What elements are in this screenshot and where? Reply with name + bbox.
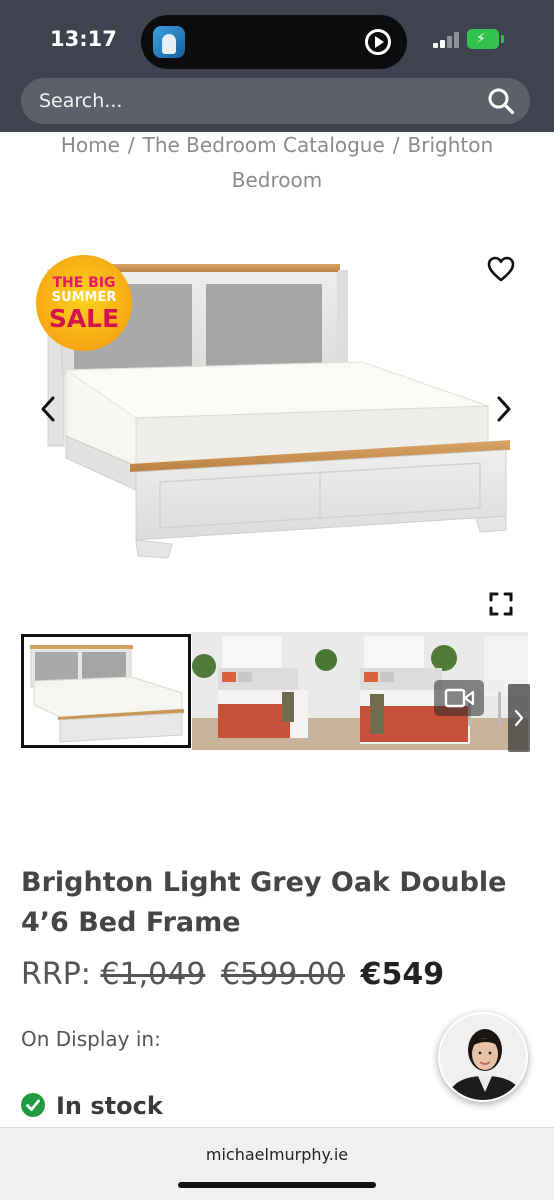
status-time: 13:17 (50, 27, 117, 51)
heart-icon[interactable] (487, 256, 515, 282)
price-row: RRP: €1,049 €599.00 €549 (21, 955, 541, 995)
sale-badge: THE BIG SUMMER SALE (36, 255, 132, 351)
breadcrumb-catalogue[interactable]: The Bedroom Catalogue (143, 133, 385, 157)
search-input[interactable] (39, 88, 439, 114)
was-price: €599.00 (220, 957, 346, 992)
product-title: Brighton Light Grey Oak Double 4’6 Bed F… (21, 867, 507, 938)
home-indicator (178, 1182, 376, 1188)
chevron-left-icon[interactable] (38, 395, 58, 423)
browser-address-bar[interactable]: michaelmurphy.ie (0, 1127, 554, 1200)
sale-badge-line1: THE BIG (52, 275, 116, 291)
current-price: €549 (360, 957, 445, 992)
battery-icon: ⚡ (467, 29, 504, 49)
stock-label: In stock (56, 1092, 163, 1120)
breadcrumb-home[interactable]: Home (61, 133, 120, 157)
video-camera-icon[interactable] (434, 680, 484, 716)
expand-icon[interactable] (488, 591, 514, 617)
dynamic-island[interactable] (141, 15, 407, 69)
breadcrumb: Home / The Bedroom Catalogue / Brighton Bedr… (30, 128, 524, 198)
rrp-label: RRP: (21, 957, 91, 992)
chat-agent-avatar[interactable] (438, 1012, 528, 1102)
thumbnail-selected[interactable] (21, 634, 191, 748)
chevron-right-icon[interactable] (494, 395, 514, 423)
rrp-price: €1,049 (100, 957, 206, 992)
chevron-right-icon (514, 709, 524, 727)
sale-badge-line2: SUMMER (51, 290, 117, 305)
thumbnail-strip (21, 632, 530, 752)
sale-badge-line3: SALE (48, 304, 120, 333)
play-icon (365, 29, 391, 55)
signal-icon (433, 32, 461, 48)
search-bar[interactable] (21, 78, 530, 124)
breadcrumb-separator: / (127, 133, 135, 157)
search-icon[interactable] (487, 87, 515, 115)
check-circle-icon (21, 1093, 45, 1117)
thumbnail-bed-image (30, 645, 184, 743)
url-text[interactable]: michaelmurphy.ie (0, 1145, 554, 1164)
breadcrumb-separator: / (392, 133, 400, 157)
on-display-label: On Display in: (21, 1027, 161, 1051)
app-header: 13:17 ⚡ (0, 0, 554, 132)
thumbnail-next-button[interactable] (508, 684, 530, 752)
app-icon (153, 26, 185, 58)
